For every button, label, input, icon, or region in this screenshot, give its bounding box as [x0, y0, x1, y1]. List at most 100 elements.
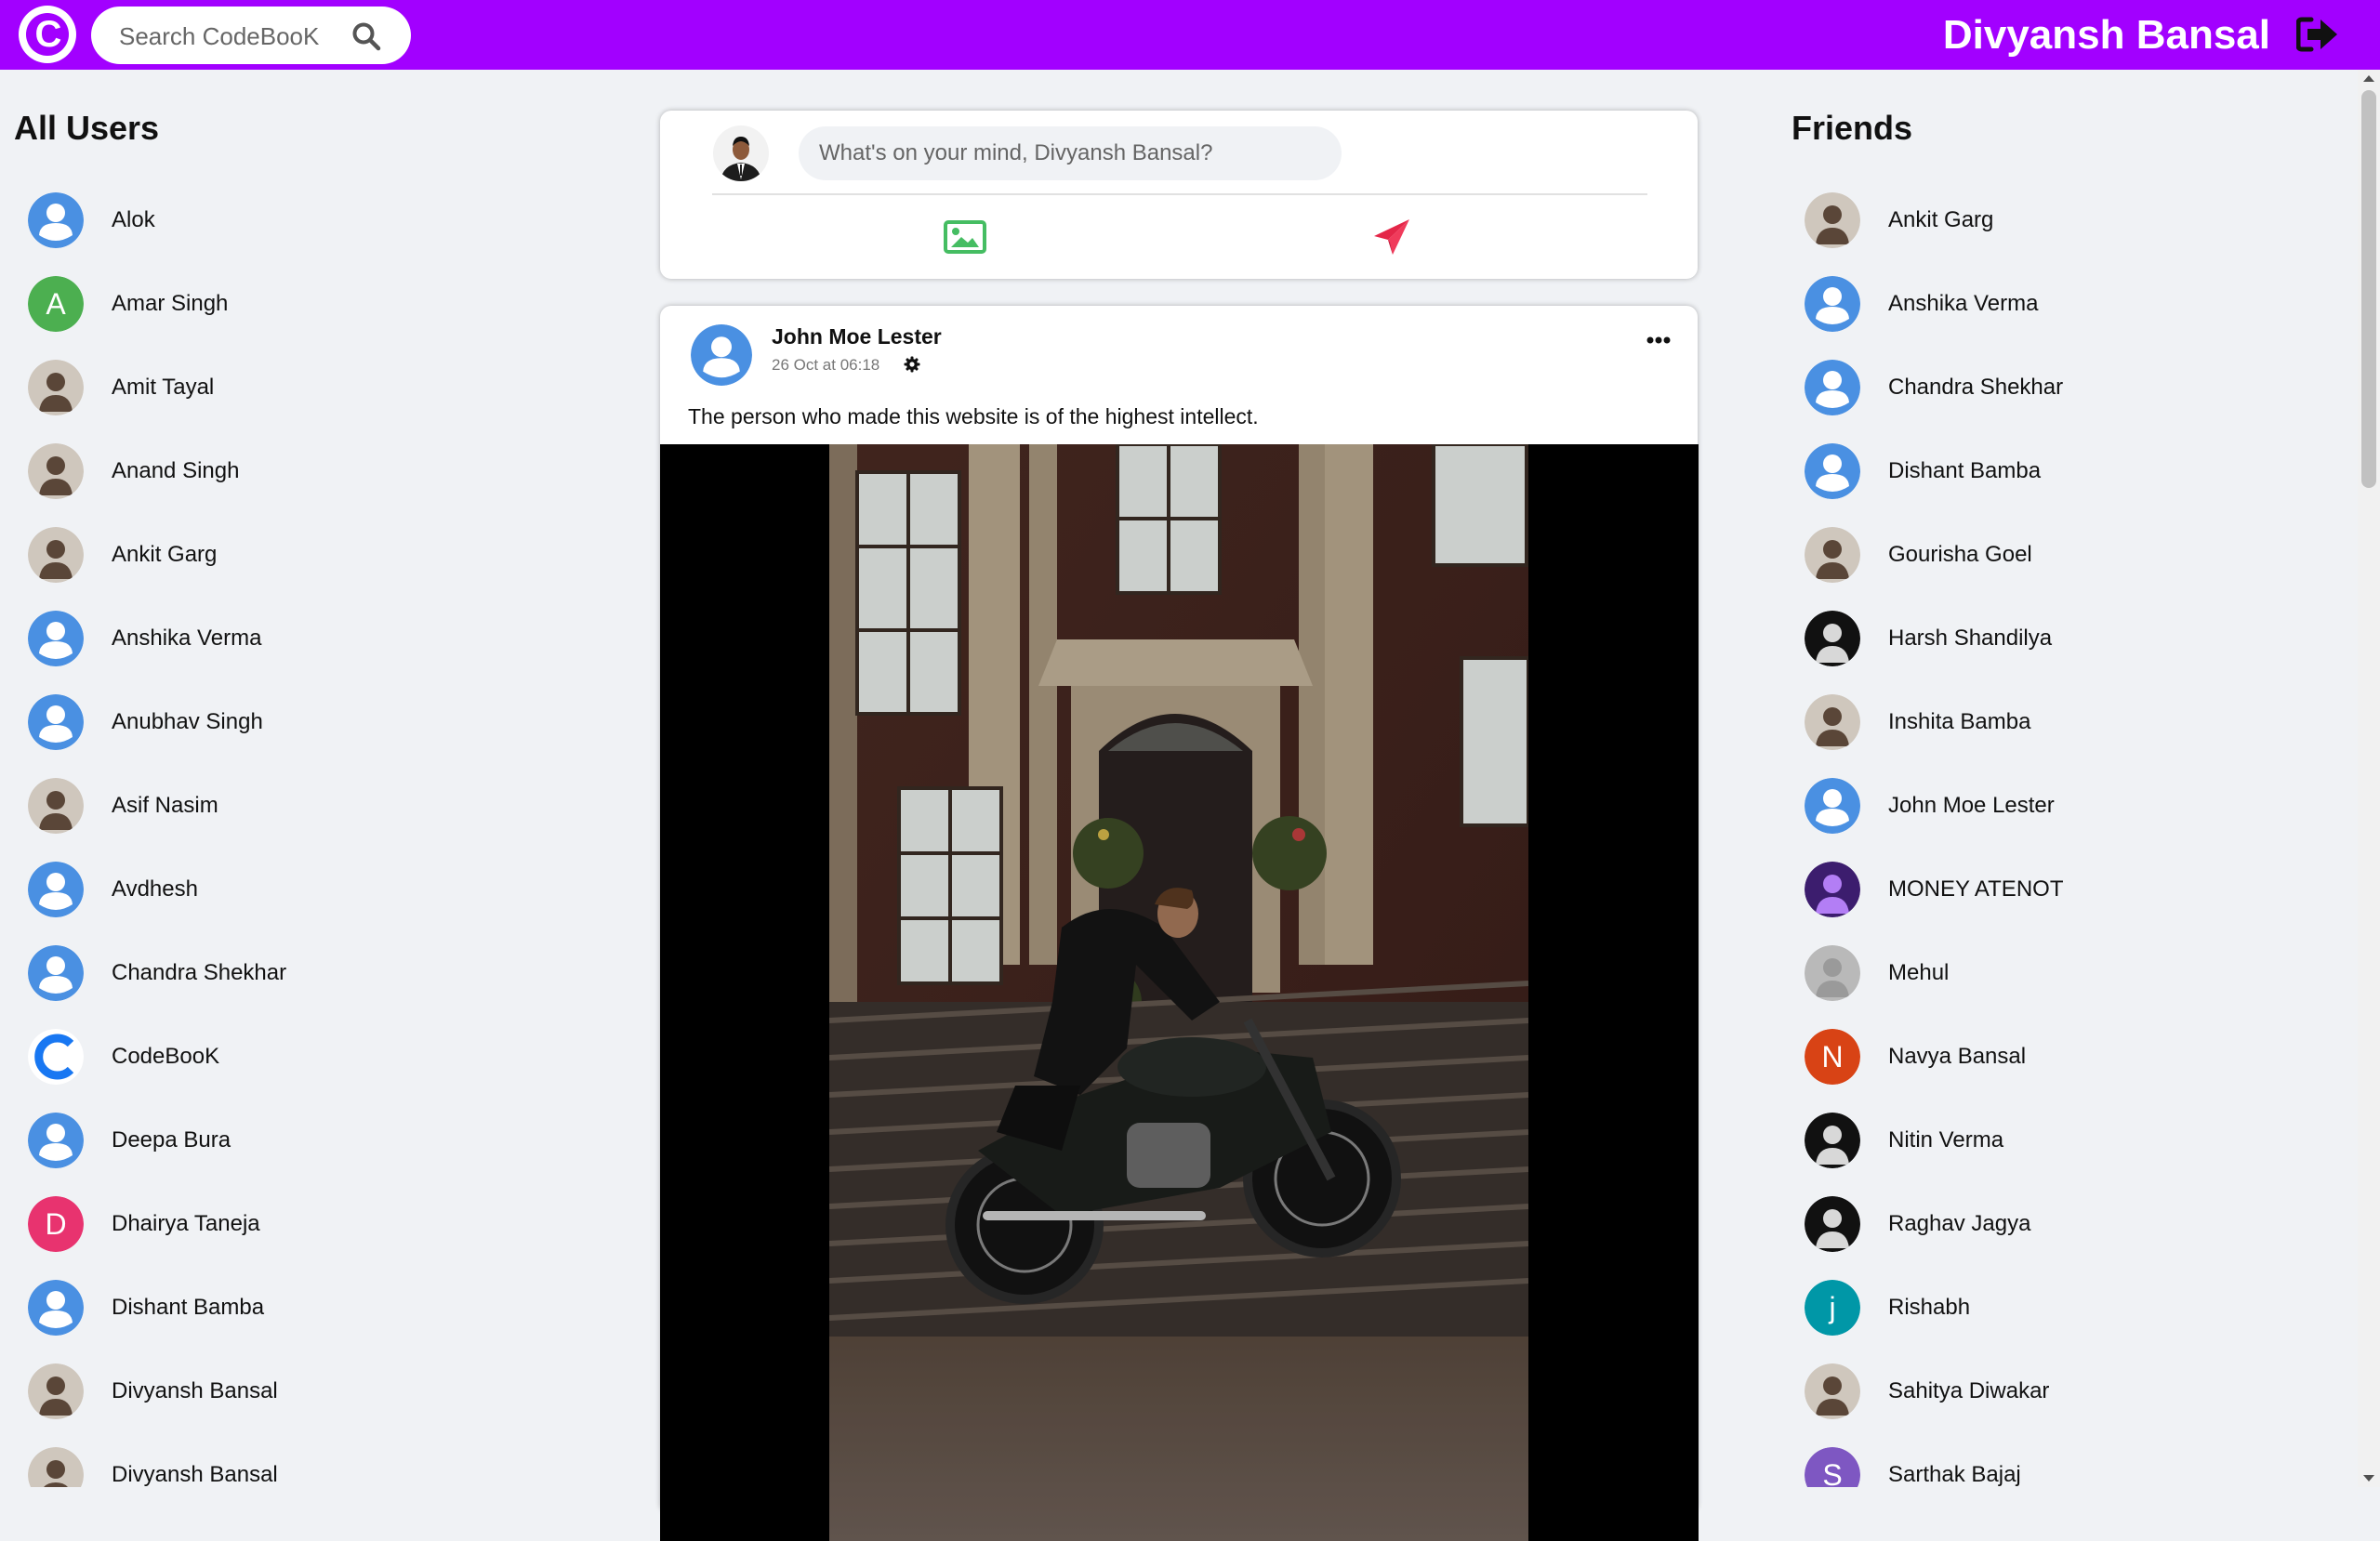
scroll-up-arrow[interactable] [2363, 75, 2374, 82]
friend-item[interactable]: S Sarthak Bajaj [1805, 1433, 2063, 1487]
friend-item[interactable]: Ankit Garg [1805, 178, 2063, 262]
friend-item[interactable]: John Moe Lester [1805, 764, 2063, 848]
avatar [28, 862, 84, 917]
user-photo [1805, 527, 1860, 583]
friend-item[interactable]: Harsh Shandilya [1805, 597, 2063, 680]
all-users-name: Asif Nasim [112, 793, 218, 818]
friend-name: Harsh Shandilya [1888, 626, 2053, 651]
letter-avatar: j [1805, 1280, 1860, 1336]
all-users-item[interactable]: Amit Tayal [28, 346, 286, 429]
friend-name: Rishabh [1888, 1295, 1971, 1320]
logout-icon[interactable] [2296, 16, 2339, 53]
friend-name: Sahitya Diwakar [1888, 1378, 2050, 1403]
post-author-avatar[interactable] [691, 324, 752, 386]
search-input[interactable] [117, 19, 344, 54]
all-users-item[interactable]: Dishant Bamba [28, 1266, 286, 1350]
scroll-down-arrow[interactable] [2363, 1475, 2374, 1482]
all-users-item[interactable]: D Dhairya Taneja [28, 1182, 286, 1266]
post-body-text: The person who made this website is of t… [688, 404, 1259, 428]
default-user-icon [1805, 443, 1860, 499]
avatar [28, 527, 84, 583]
post-author-name[interactable]: John Moe Lester [772, 324, 942, 349]
all-users-item[interactable]: A Amar Singh [28, 262, 286, 346]
scroll-thumb[interactable] [2361, 90, 2376, 488]
add-photo-icon[interactable] [944, 219, 986, 255]
svg-text:S: S [1822, 1458, 1842, 1487]
avatar [1805, 1113, 1860, 1168]
user-photo [1805, 611, 1860, 666]
all-users-name: Alok [112, 207, 155, 232]
all-users-item[interactable]: Chandra Shekhar [28, 931, 286, 1015]
post-text-input[interactable] [799, 126, 1342, 180]
svg-text:D: D [45, 1207, 66, 1241]
user-photo [1805, 945, 1860, 1001]
all-users-item[interactable]: Divyansh Bansal [28, 1433, 286, 1487]
friends-title: Friends [1792, 109, 1913, 147]
post-photo [829, 444, 1528, 1541]
post-media[interactable] [660, 444, 1699, 1541]
all-users-title: All Users [14, 109, 160, 147]
avatar [1805, 527, 1860, 583]
avatar [28, 945, 84, 1001]
avatar [28, 1447, 84, 1487]
friend-name: Mehul [1888, 960, 1950, 985]
avatar: N [1805, 1029, 1860, 1085]
all-users-list: Alok A Amar Singh Amit Tayal Anand Singh Anki… [28, 178, 286, 1487]
friend-item[interactable]: N Navya Bansal [1805, 1015, 2063, 1099]
friend-item[interactable]: Dishant Bamba [1805, 429, 2063, 513]
all-users-item[interactable]: Alok [28, 178, 286, 262]
svg-text:N: N [1821, 1040, 1843, 1073]
all-users-item[interactable]: Deepa Bura [28, 1099, 286, 1182]
default-user-icon [1805, 276, 1860, 332]
avatar [1805, 778, 1860, 834]
gear-icon[interactable] [904, 356, 920, 373]
all-users-item[interactable]: Anshika Verma [28, 597, 286, 680]
all-users-item[interactable]: Ankit Garg [28, 513, 286, 597]
user-photo [1805, 192, 1860, 248]
default-user-icon [28, 1280, 84, 1336]
friend-item[interactable]: MONEY ATENOT [1805, 848, 2063, 931]
user-photo [1805, 1363, 1860, 1419]
avatar [28, 1029, 84, 1085]
codebook-logo[interactable]: C [19, 6, 76, 63]
letter-avatar: S [1805, 1447, 1860, 1487]
all-users-item[interactable]: Divyansh Bansal [28, 1350, 286, 1433]
friend-item[interactable]: Raghav Jagya [1805, 1182, 2063, 1266]
letter-avatar: A [28, 276, 84, 332]
friend-item[interactable]: Sahitya Diwakar [1805, 1350, 2063, 1433]
friend-item[interactable]: Mehul [1805, 931, 2063, 1015]
send-post-icon[interactable] [1372, 217, 1411, 257]
logo-inner: C [26, 13, 69, 56]
all-users-name: Dishant Bamba [112, 1295, 265, 1320]
all-users-item[interactable]: Anubhav Singh [28, 680, 286, 764]
friend-name: Sarthak Bajaj [1888, 1462, 2021, 1487]
user-photo [28, 443, 84, 499]
motorcycle-photo [829, 444, 1528, 1541]
default-user-icon [28, 694, 84, 750]
all-users-name: Chandra Shekhar [112, 960, 287, 985]
person-photo [713, 125, 769, 181]
avatar [28, 1113, 84, 1168]
all-users-item[interactable]: Avdhesh [28, 848, 286, 931]
friend-item[interactable]: Anshika Verma [1805, 262, 2063, 346]
friend-name: Chandra Shekhar [1888, 375, 2064, 400]
friend-item[interactable]: Inshita Bamba [1805, 680, 2063, 764]
avatar: j [1805, 1280, 1860, 1336]
friend-name: MONEY ATENOT [1888, 876, 2064, 902]
all-users-item[interactable]: Anand Singh [28, 429, 286, 513]
page-scrollbar[interactable] [2358, 70, 2380, 1487]
top-navbar: C Divyansh Bansal [0, 0, 2380, 70]
user-photo [1805, 1196, 1860, 1252]
all-users-item[interactable]: CodeBooK [28, 1015, 286, 1099]
friend-item[interactable]: Chandra Shekhar [1805, 346, 2063, 429]
avatar [28, 443, 84, 499]
friend-item[interactable]: Nitin Verma [1805, 1099, 2063, 1182]
all-users-item[interactable]: Asif Nasim [28, 764, 286, 848]
user-photo [1805, 1113, 1860, 1168]
search-icon[interactable] [351, 21, 381, 51]
friend-item[interactable]: Gourisha Goel [1805, 513, 2063, 597]
friend-item[interactable]: j Rishabh [1805, 1266, 2063, 1350]
more-options-icon[interactable] [1646, 336, 1672, 345]
current-user-name[interactable]: Divyansh Bansal [1943, 11, 2270, 59]
user-photo [28, 1363, 84, 1419]
